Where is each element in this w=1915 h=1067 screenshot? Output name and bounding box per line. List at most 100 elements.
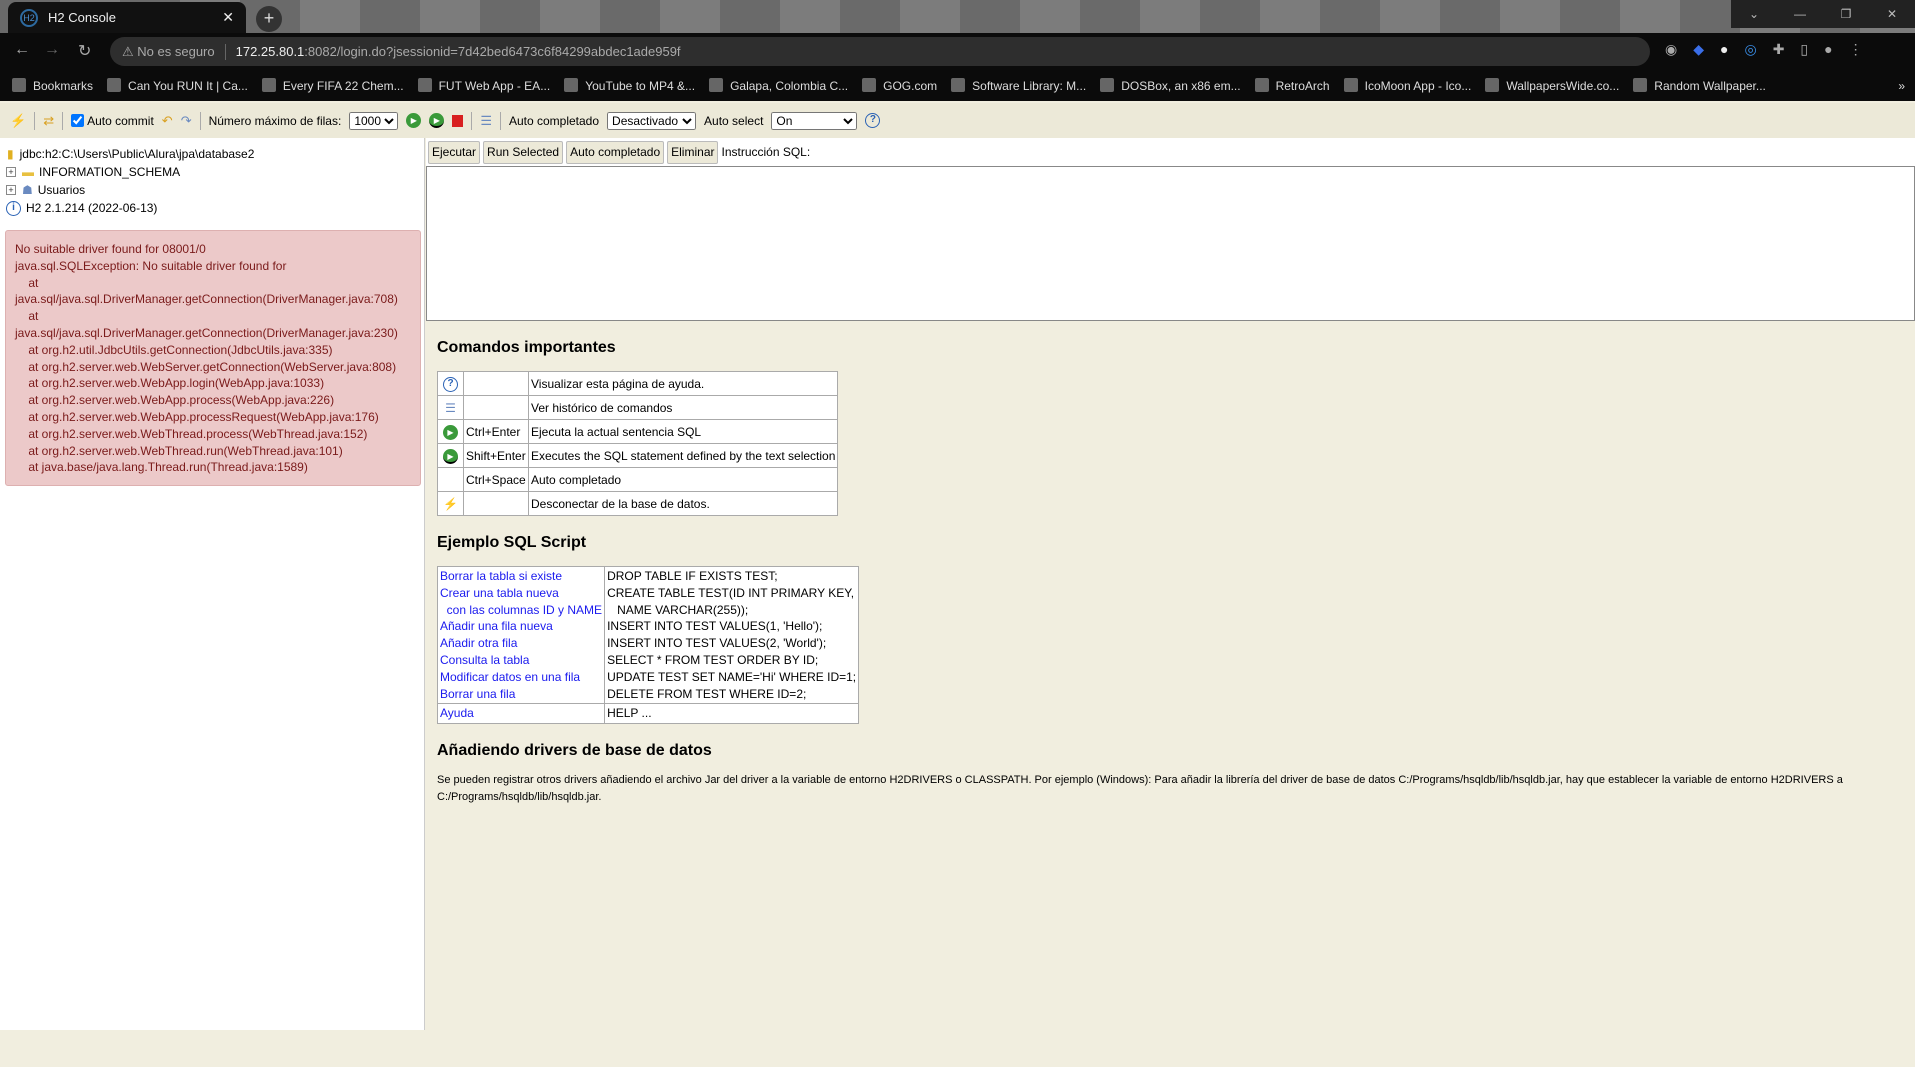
tree-connection[interactable]: ▮ jdbc:h2:C:\Users\Public\Alura\jpa\datab… <box>0 145 424 163</box>
run-icon: ▶ <box>437 419 464 444</box>
back-icon[interactable]: ← <box>14 41 30 59</box>
autocomplete-button[interactable]: Auto completado <box>566 140 665 164</box>
expand-icon[interactable]: + <box>6 185 16 195</box>
run-icon[interactable]: ▶ <box>406 113 422 128</box>
max-rows-label: Número máximo de filas: <box>208 113 342 128</box>
object-tree-panel: ▮ jdbc:h2:C:\Users\Public\Alura\jpa\datab… <box>0 138 425 1030</box>
bookmark-item[interactable]: RetroArch <box>1254 78 1330 93</box>
example-links[interactable]: Borrar la tabla si existe Crear una tabl… <box>437 566 606 704</box>
command-desc: Executes the SQL statement defined by th… <box>527 443 839 468</box>
bookmark-item[interactable]: Software Library: M... <box>951 78 1086 93</box>
execute-button[interactable]: Ejecutar <box>428 140 481 164</box>
menu-icon[interactable]: ⋮ <box>1849 41 1863 58</box>
command-desc: Ejecuta la actual sentencia SQL <box>527 419 839 444</box>
bookmark-favicon-icon <box>1100 78 1115 92</box>
expand-icon[interactable]: + <box>6 167 16 177</box>
sql-label: Instrucción SQL: <box>721 145 811 159</box>
help-icon[interactable]: ? <box>865 113 881 128</box>
drivers-text: Se pueden registrar otros drivers añadie… <box>437 774 1843 804</box>
folder-icon: ▬ <box>22 165 34 179</box>
bookmark-item[interactable]: FUT Web App - EA... <box>417 78 550 93</box>
bookmark-favicon-icon <box>12 78 26 92</box>
extension-icon[interactable]: ● <box>1720 41 1728 58</box>
bookmarks-bar: Bookmarks Can You RUN It | Ca... Every FIF… <box>0 70 1915 101</box>
rollback-icon[interactable]: ↷ <box>181 113 192 129</box>
browser-tab[interactable]: H2 H2 Console ✕ <box>8 2 246 33</box>
bookmark-favicon-icon <box>417 78 432 92</box>
extension-icon[interactable]: ◉ <box>1665 41 1677 58</box>
restore-icon[interactable]: ❐ <box>1823 0 1869 28</box>
new-tab-button[interactable]: + <box>256 6 282 32</box>
command-row: ? Visualizar esta página de ayuda. <box>437 371 839 396</box>
close-window-icon[interactable]: ✕ <box>1869 0 1915 28</box>
commit-icon[interactable]: ↶ <box>162 113 173 129</box>
max-rows-select[interactable]: 1000 <box>349 111 399 130</box>
security-label[interactable]: No es seguro <box>137 44 214 59</box>
bookmark-item[interactable]: WallpapersWide.co... <box>1485 78 1619 93</box>
bookmark-favicon-icon <box>951 78 966 92</box>
main-panel: Ejecutar Run Selected Auto completado El… <box>426 138 1915 1030</box>
warning-icon: ⚠ <box>122 43 134 59</box>
tree-schema[interactable]: + ▬ INFORMATION_SCHEMA <box>0 163 424 181</box>
side-panel-icon[interactable]: ▯ <box>1800 41 1808 58</box>
refresh-icon[interactable]: ⇄ <box>43 113 54 129</box>
shortcut: Shift+Enter <box>463 443 529 468</box>
info-icon: i <box>6 200 21 216</box>
command-desc: Ver histórico de comandos <box>527 395 839 420</box>
bookmark-item[interactable]: DOSBox, an x86 em... <box>1100 78 1241 93</box>
bookmark-item[interactable]: IcoMoon App - Ico... <box>1343 78 1471 93</box>
autocomplete-label: Auto completado <box>508 113 600 128</box>
bookmark-item[interactable]: Galapa, Colombia C... <box>709 78 848 93</box>
help-icon: ? <box>437 371 464 396</box>
bookmark-favicon-icon <box>1485 78 1500 92</box>
disconnect-icon: ⚡ <box>437 491 464 516</box>
extension-icon[interactable]: ◆ <box>1693 41 1704 58</box>
autoselect-select[interactable]: On <box>771 111 858 130</box>
shortcut <box>463 395 529 420</box>
command-desc: Desconectar de la base de datos. <box>527 491 839 516</box>
sql-input[interactable] <box>426 166 1915 321</box>
error-message: No suitable driver found for 08001/0 jav… <box>5 230 421 486</box>
more-bookmarks-icon[interactable]: » <box>1898 79 1905 93</box>
tree-version: i H2 2.1.214 (2022-06-13) <box>0 199 424 217</box>
bookmark-item[interactable]: YouTube to MP4 &... <box>564 78 695 93</box>
url-host: 172.25.80.1 <box>235 44 305 59</box>
autocomplete-select[interactable]: Desactivado <box>607 111 697 130</box>
clear-button[interactable]: Eliminar <box>667 140 719 164</box>
shortcut <box>463 371 529 396</box>
close-tab-icon[interactable]: ✕ <box>222 9 234 26</box>
command-row: ▶ Shift+Enter Executes the SQL statement d… <box>437 443 839 468</box>
bookmark-item[interactable]: Every FIFA 22 Chem... <box>261 78 404 93</box>
avatar[interactable]: ● <box>1824 41 1832 58</box>
run-selected-icon[interactable]: ▶ <box>429 113 445 128</box>
auto-commit-checkbox[interactable] <box>71 114 85 127</box>
bookmarks-folder[interactable]: Bookmarks <box>12 78 93 93</box>
help-link[interactable]: Ayuda <box>437 703 606 724</box>
extension-icon[interactable]: ◎ <box>1744 41 1756 58</box>
reload-icon[interactable]: ↻ <box>78 41 91 61</box>
cancel-icon[interactable] <box>452 114 464 127</box>
bookmark-favicon-icon <box>1343 78 1358 92</box>
forward-icon[interactable]: → <box>44 41 60 59</box>
tab-search-icon[interactable]: ⌄ <box>1731 0 1777 28</box>
bookmark-favicon-icon <box>709 78 724 92</box>
bookmark-favicon-icon <box>107 78 122 92</box>
tree-users[interactable]: + ☗ Usuarios <box>0 181 424 199</box>
example-sql: DROP TABLE IF EXISTS TEST; CREATE TABLE … <box>607 569 857 701</box>
disconnect-icon[interactable]: ⚡ <box>10 113 26 129</box>
history-icon: ☰ <box>437 395 464 420</box>
bookmark-item[interactable]: Can You RUN It | Ca... <box>107 78 248 93</box>
autoselect-label: Auto select <box>704 113 764 128</box>
bookmark-item[interactable]: Random Wallpaper... <box>1633 78 1766 93</box>
bookmark-favicon-icon <box>261 78 276 92</box>
h2-toolbar: ⚡ ⇄ Auto commit ↶ ↷ Número máximo de fil… <box>0 103 1915 138</box>
url-bar[interactable]: ⚠ No es seguro 172.25.80.1:8082/login.do… <box>110 37 1650 190</box>
command-row: ⚡ Desconectar de la base de datos. <box>437 491 839 516</box>
users-icon: ☗ <box>22 183 33 197</box>
drivers-title: Añadiendo drivers de base de datos <box>437 742 712 760</box>
history-icon[interactable]: ☰ <box>480 113 492 129</box>
bookmark-item[interactable]: GOG.com <box>862 78 937 93</box>
puzzle-icon[interactable]: ✚ <box>1773 41 1785 58</box>
run-selected-button[interactable]: Run Selected <box>483 140 564 164</box>
minimize-icon[interactable]: — <box>1777 0 1823 28</box>
